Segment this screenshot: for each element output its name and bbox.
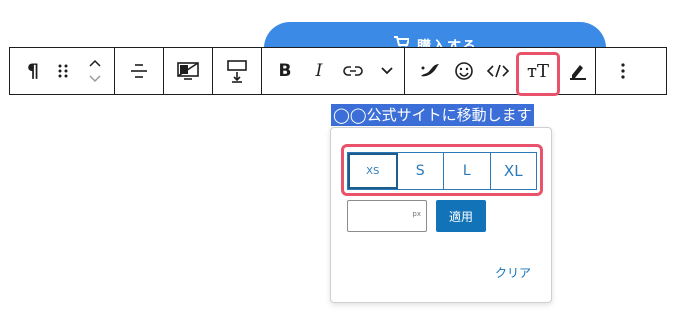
paragraph-icon[interactable]: ¶ bbox=[16, 48, 50, 94]
code-icon[interactable] bbox=[481, 48, 515, 94]
apply-button[interactable]: 適用 bbox=[436, 200, 486, 232]
font-size-button-group: XS S L XL bbox=[347, 152, 537, 190]
move-up-down-icon[interactable] bbox=[76, 48, 114, 94]
link-icon[interactable] bbox=[336, 48, 370, 94]
block-toolbar: ¶ B I тT bbox=[9, 47, 667, 96]
size-xs-button[interactable]: XS bbox=[348, 153, 398, 189]
highlighter-pen-icon[interactable] bbox=[561, 48, 595, 94]
bold-button[interactable]: B bbox=[268, 48, 302, 94]
emoji-smile-icon[interactable] bbox=[447, 48, 481, 94]
device-group bbox=[164, 48, 213, 94]
more-options-icon[interactable] bbox=[606, 48, 640, 94]
px-unit-label: px bbox=[412, 210, 421, 218]
align-group bbox=[115, 48, 164, 94]
options-group bbox=[596, 48, 640, 94]
block-controls-group: ¶ bbox=[10, 48, 115, 94]
bold-label: B bbox=[278, 61, 292, 81]
italic-label: I bbox=[315, 61, 323, 81]
size-xl-button[interactable]: XL bbox=[491, 153, 537, 189]
device-visibility-icon[interactable] bbox=[164, 48, 212, 94]
clear-link[interactable]: クリア bbox=[495, 264, 531, 281]
size-l-button[interactable]: L bbox=[444, 153, 491, 189]
margin-bottom-icon[interactable] bbox=[213, 48, 261, 94]
custom-size-input[interactable]: px bbox=[347, 200, 427, 232]
paragraph-glyph: ¶ bbox=[26, 60, 40, 82]
extra-format-group: тT bbox=[405, 48, 596, 96]
drag-handle-icon[interactable] bbox=[50, 48, 76, 94]
marker-icon[interactable] bbox=[413, 48, 447, 94]
size-s-button[interactable]: S bbox=[398, 153, 444, 189]
selected-text[interactable]: ◯◯公式サイトに移動します bbox=[331, 104, 534, 126]
text-size-highlight-frame bbox=[516, 52, 560, 96]
text-size-button[interactable]: тT bbox=[515, 48, 561, 96]
align-center-icon[interactable] bbox=[115, 48, 163, 94]
spacing-group bbox=[213, 48, 262, 94]
format-group: B I bbox=[262, 48, 405, 94]
more-formats-chevron-down-icon[interactable] bbox=[370, 48, 404, 94]
italic-button[interactable]: I bbox=[302, 48, 336, 94]
font-size-popover: XS S L XL px 適用 クリア bbox=[330, 127, 552, 303]
